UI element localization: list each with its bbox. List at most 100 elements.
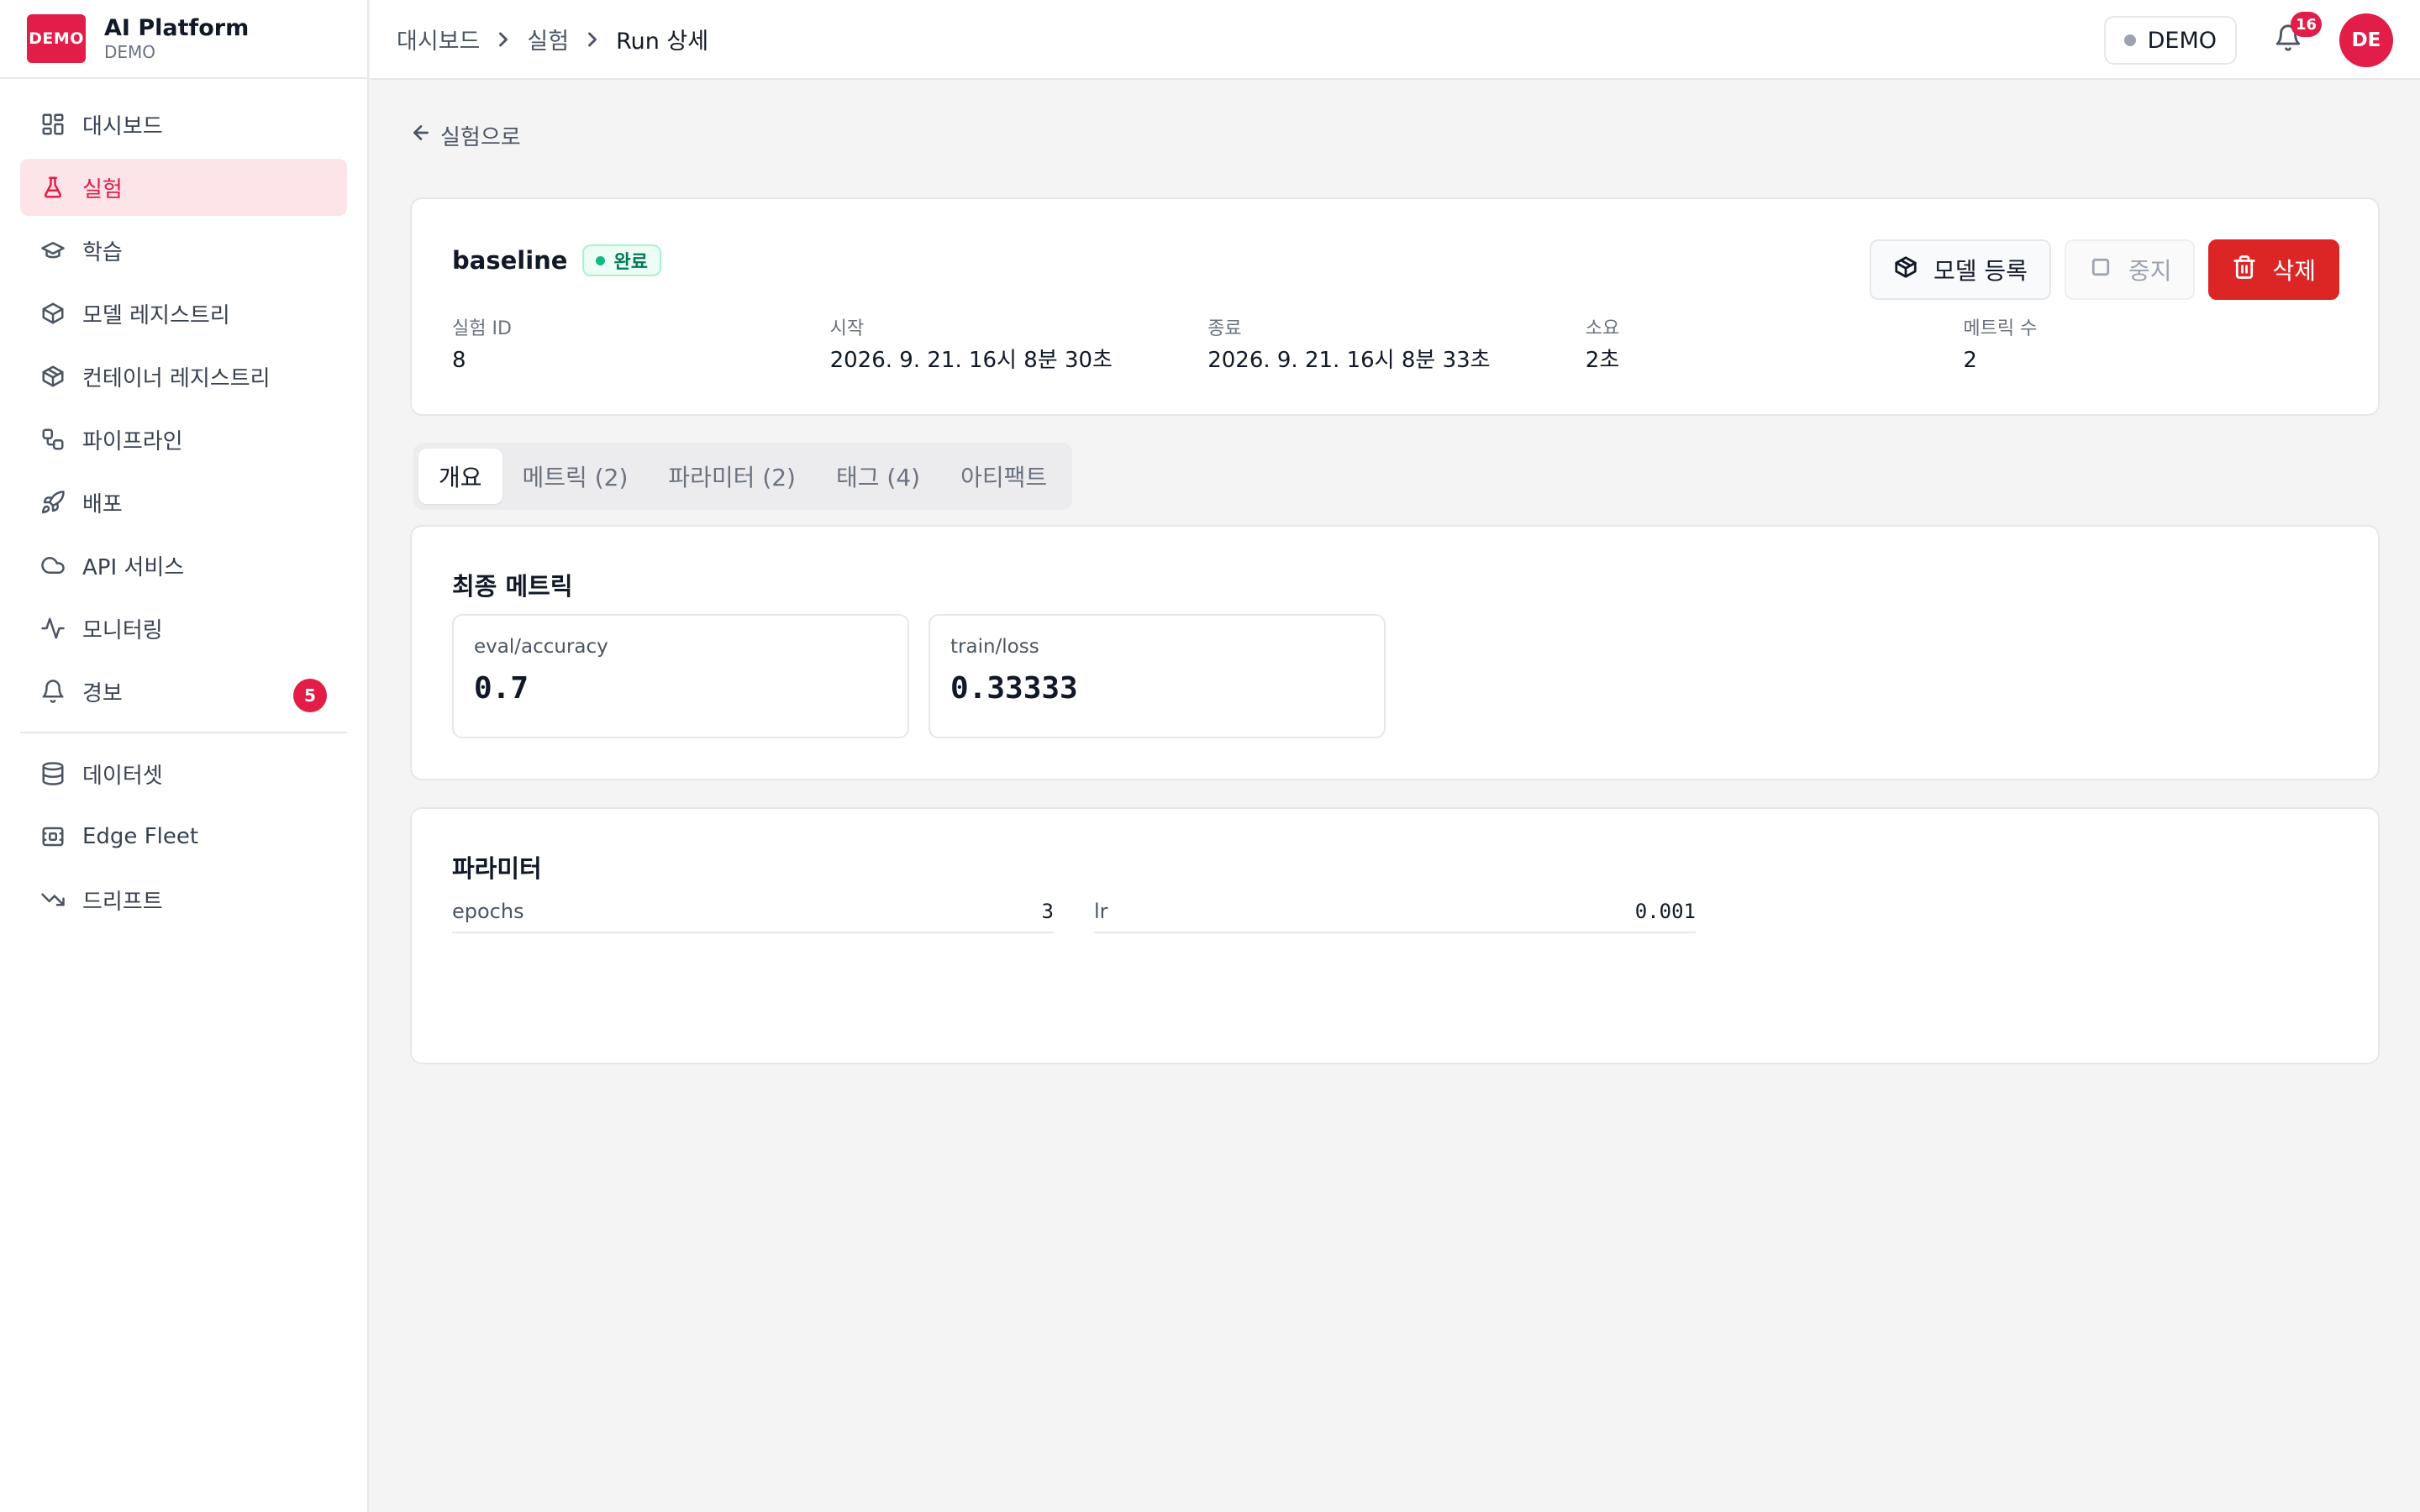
environment-label: DEMO — [2147, 27, 2217, 54]
sidebar-item-training[interactable]: 학습 — [20, 222, 347, 279]
brand[interactable]: DEMO AI Platform DEMO — [0, 0, 367, 79]
chevron-right-icon — [492, 28, 515, 51]
param-value: 3 — [1041, 900, 1054, 923]
tab-parameters[interactable]: 파라미터 (2) — [648, 449, 816, 504]
meta-end: 종료 2026. 9. 21. 16시 8분 33초 — [1207, 317, 1586, 377]
chevron-right-icon — [581, 28, 604, 51]
metric-value: 0.33333 — [950, 671, 1078, 706]
sidebar-item-monitoring[interactable]: 모니터링 — [20, 600, 347, 657]
stop-square-icon — [2088, 255, 2128, 286]
section-title: 최종 메트릭 — [452, 572, 573, 601]
user-avatar[interactable]: DE — [2339, 13, 2393, 67]
graduation-cap-icon — [40, 238, 66, 263]
sidebar-item-edge-fleet[interactable]: Edge Fleet — [20, 808, 347, 865]
sidebar-item-label: 모델 레지스트리 — [82, 302, 230, 328]
meta-label: 실험 ID — [452, 318, 512, 339]
tab-overview[interactable]: 개요 — [418, 449, 502, 504]
metric-value: 0.7 — [474, 671, 529, 706]
run-title-row: baseline 완료 — [452, 244, 661, 276]
sidebar-item-experiments[interactable]: 실험 — [20, 159, 347, 216]
sidebar-item-pipeline[interactable]: 파이프라인 — [20, 411, 347, 468]
breadcrumb-dashboard[interactable]: 대시보드 — [397, 23, 480, 55]
sidebar-item-datasets[interactable]: 데이터셋 — [20, 745, 347, 802]
meta-value: 8 — [452, 348, 466, 373]
meta-value: 2026. 9. 21. 16시 8분 30초 — [829, 348, 1113, 373]
trending-down-icon — [40, 887, 66, 912]
edge-device-icon — [40, 824, 66, 849]
tab-tags[interactable]: 태그 (4) — [816, 449, 940, 504]
sidebar-item-deploy[interactable]: 배포 — [20, 474, 347, 531]
run-name: baseline — [452, 246, 568, 275]
param-key: epochs — [452, 900, 524, 923]
meta-start: 시작 2026. 9. 21. 16시 8분 30초 — [830, 317, 1208, 377]
sidebar-item-label: 배포 — [82, 491, 123, 517]
nav-group-primary: 대시보드 실험 학습 모델 레지스트리 컨테이너 레지스트리 파이프라인 배포 … — [20, 79, 347, 720]
sidebar-item-label: 데이터셋 — [82, 763, 163, 789]
bell-icon — [2274, 24, 2302, 55]
database-icon — [40, 761, 66, 786]
bell-icon — [40, 679, 66, 704]
final-metrics-card: 최종 메트릭 eval/accuracy 0.7 train/loss 0.33… — [410, 525, 2380, 780]
tab-artifacts[interactable]: 아티팩트 — [940, 449, 1067, 504]
container-icon — [40, 364, 66, 389]
brand-sub: DEMO — [104, 42, 156, 62]
status-label: 완료 — [613, 252, 648, 273]
sidebar-item-label: 대시보드 — [82, 113, 163, 139]
dashboard-icon — [40, 112, 66, 137]
param-value: 0.001 — [1634, 900, 1696, 923]
meta-duration: 소요 2초 — [1586, 317, 1964, 377]
status-badge: 완료 — [582, 244, 661, 276]
param-row-epochs: epochs 3 — [452, 900, 1054, 933]
metric-card-eval-accuracy: eval/accuracy 0.7 — [452, 614, 909, 738]
register-model-label: 모델 등록 — [1933, 257, 2028, 285]
sidebar-item-dashboard[interactable]: 대시보드 — [20, 96, 347, 153]
notification-count-badge: 16 — [2291, 12, 2323, 37]
alerts-count-badge: 5 — [293, 679, 327, 712]
sidebar-item-api-service[interactable]: API 서비스 — [20, 537, 347, 594]
notifications-button[interactable]: 16 — [2274, 12, 2323, 57]
register-model-button[interactable]: 모델 등록 — [1869, 239, 2051, 300]
meta-experiment-id: 실험 ID 8 — [452, 317, 830, 377]
sidebar-item-label: 드리프트 — [82, 889, 163, 915]
sidebar-item-drift[interactable]: 드리프트 — [20, 871, 347, 928]
box-icon — [1893, 255, 1933, 286]
metric-name: eval/accuracy — [474, 636, 608, 658]
breadcrumb-experiments[interactable]: 실험 — [527, 23, 569, 55]
run-summary-card: baseline 완료 모델 등록 중지 삭제 실험 ID 8 시작 2026.… — [410, 197, 2380, 416]
delete-button[interactable]: 삭제 — [2208, 239, 2339, 300]
meta-label: 종료 — [1207, 318, 1242, 339]
sidebar-item-model-registry[interactable]: 모델 레지스트리 — [20, 285, 347, 342]
app-root: DEMO AI Platform DEMO 대시보드 실험 학습 모델 레지스트… — [0, 0, 2420, 1512]
sidebar-item-alerts[interactable]: 경보 5 — [20, 663, 347, 720]
back-to-experiments-link[interactable]: 실험으로 — [410, 120, 521, 151]
meta-value: 2초 — [1585, 348, 1620, 373]
cloud-icon — [40, 553, 66, 578]
sidebar-item-label: 모니터링 — [82, 617, 163, 643]
activity-icon — [40, 616, 66, 641]
sidebar-item-label: 파이프라인 — [82, 428, 183, 454]
brand-text: AI Platform DEMO — [104, 15, 249, 62]
delete-label: 삭제 — [2272, 257, 2316, 285]
sidebar-item-label: 경보 — [82, 680, 123, 706]
sidebar-item-label: Edge Fleet — [82, 824, 199, 849]
box-icon — [40, 301, 66, 326]
brand-logo: DEMO — [27, 14, 86, 63]
run-actions: 모델 등록 중지 삭제 — [1856, 239, 2339, 300]
tab-metrics[interactable]: 메트릭 (2) — [502, 449, 649, 504]
run-meta: 실험 ID 8 시작 2026. 9. 21. 16시 8분 30초 종료 20… — [452, 317, 2341, 377]
metric-name: train/loss — [950, 636, 1039, 658]
meta-label: 소요 — [1585, 318, 1620, 339]
breadcrumb: 대시보드 실험 Run 상세 — [370, 23, 708, 55]
parameters-card: 파라미터 epochs 3 lr 0.001 — [410, 807, 2380, 1064]
section-title: 파라미터 — [452, 854, 542, 883]
run-tabs: 개요 메트릭 (2) 파라미터 (2) 태그 (4) 아티팩트 — [413, 443, 1073, 510]
meta-value: 2026. 9. 21. 16시 8분 33초 — [1207, 348, 1491, 373]
sidebar-item-container-registry[interactable]: 컨테이너 레지스트리 — [20, 348, 347, 405]
sidebar-item-label: 컨테이너 레지스트리 — [82, 365, 271, 391]
status-dot-icon — [2123, 34, 2136, 46]
flask-icon — [40, 175, 66, 200]
meta-label: 메트릭 수 — [1963, 318, 2038, 339]
meta-metric-count: 메트릭 수 2 — [1963, 317, 2341, 377]
stop-button[interactable]: 중지 — [2064, 239, 2196, 300]
environment-selector[interactable]: DEMO — [2103, 16, 2237, 65]
